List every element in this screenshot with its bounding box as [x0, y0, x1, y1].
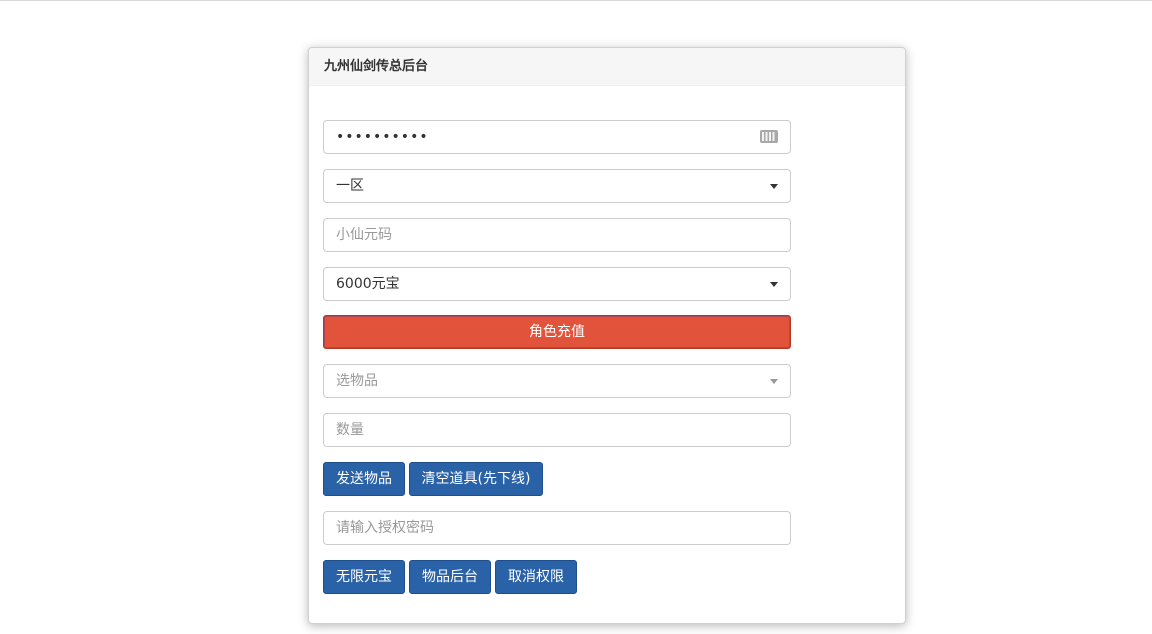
quantity-input-placeholder: 数量 — [336, 422, 364, 438]
server-select[interactable]: 一区 — [323, 169, 791, 203]
panel-title: 九州仙剑传总后台 — [309, 48, 905, 86]
auth-password-input[interactable]: 请输入授权密码 — [323, 511, 791, 545]
code-input-placeholder: 小仙元码 — [336, 227, 392, 243]
password-field[interactable]: •••••••••• — [323, 120, 791, 154]
password-value: •••••••••• — [336, 129, 429, 145]
unlimited-ingot-button[interactable]: 无限元宝 — [323, 560, 405, 594]
caret-down-icon — [770, 282, 778, 287]
code-input[interactable]: 小仙元码 — [323, 218, 791, 252]
item-select-placeholder: 选物品 — [336, 373, 378, 389]
admin-panel: 九州仙剑传总后台 •••••••••• 一区 小仙元码 6000元宝 角色充值 … — [308, 47, 906, 624]
amount-select-value: 6000元宝 — [336, 276, 400, 292]
caret-down-icon — [770, 184, 778, 189]
quantity-input[interactable]: 数量 — [323, 413, 791, 447]
recharge-button[interactable]: 角色充值 — [323, 315, 791, 349]
clear-items-button[interactable]: 清空道具(先下线) — [409, 462, 543, 496]
top-divider — [0, 0, 1152, 1]
revoke-permission-button[interactable]: 取消权限 — [495, 560, 577, 594]
server-select-value: 一区 — [336, 178, 364, 194]
caret-down-icon — [770, 379, 778, 384]
item-select[interactable]: 选物品 — [323, 364, 791, 398]
send-item-button[interactable]: 发送物品 — [323, 462, 405, 496]
item-admin-button[interactable]: 物品后台 — [409, 560, 491, 594]
auth-password-placeholder: 请输入授权密码 — [336, 520, 434, 536]
keyboard-icon[interactable] — [760, 130, 778, 143]
amount-select[interactable]: 6000元宝 — [323, 267, 791, 301]
